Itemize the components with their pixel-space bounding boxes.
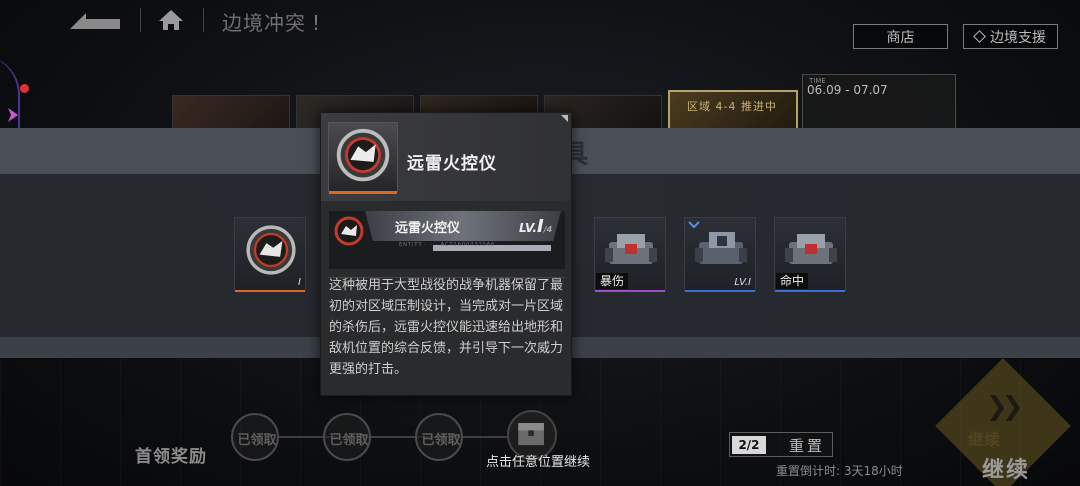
home-icon[interactable] <box>157 8 185 32</box>
item-icon-frame <box>328 122 398 194</box>
rarity-bar <box>235 290 305 292</box>
rarity-bar <box>595 290 665 292</box>
zone-progress-label: 区域 4-4 推进中 <box>687 100 777 113</box>
title-alert-mark: ! <box>312 11 322 35</box>
tooltip-header: 远雷火控仪 <box>321 113 571 201</box>
claimed-label: 已领取 <box>421 433 461 448</box>
rarity-bar <box>775 290 845 292</box>
stage-thumbnail[interactable] <box>172 95 290 131</box>
tap-to-continue-hint: 点击任意位置继续 <box>486 455 591 470</box>
reward-item-slot[interactable]: 命中 <box>774 217 846 292</box>
claimed-reward-node[interactable]: 已领取 <box>415 413 463 461</box>
claimed-label: 已领取 <box>329 433 369 448</box>
reward-item-slot[interactable]: 暴伤 <box>594 217 666 292</box>
continue-ghost-text: 继续 <box>968 430 1001 449</box>
claimed-reward-node[interactable]: 已领取 <box>323 413 371 461</box>
level-number: Ⅰ <box>536 216 544 237</box>
fire-control-chip-icon <box>336 128 390 182</box>
item-detail-tooltip[interactable]: 远雷火控仪 远雷火控仪 LV.Ⅰ/4 ENTITY · · · ACT16007… <box>320 112 572 396</box>
border-support-button[interactable]: 边境支援 <box>963 24 1058 49</box>
item-card-name: 远雷火控仪 <box>395 221 461 236</box>
claimed-reward-node[interactable]: 已领取 <box>231 413 279 461</box>
item-name: 远雷火控仪 <box>407 154 497 174</box>
continue-button-label[interactable]: 继续 <box>982 452 1030 484</box>
notification-dot <box>20 84 29 93</box>
shop-button[interactable]: 商店 <box>853 24 948 49</box>
event-date-range: 06.09 - 07.07 <box>807 83 888 97</box>
reset-button-label: 重置 <box>789 437 826 455</box>
mech-turret-icon <box>605 234 657 264</box>
level-prefix: LV. <box>519 221 537 235</box>
divider <box>203 8 204 32</box>
fire-control-chip-icon <box>334 216 364 246</box>
item-card-fine-print: ENTITY · · · ACT1600732566 <box>399 242 496 248</box>
page-title: 边境冲突! <box>222 7 321 36</box>
shop-button-label: 商店 <box>886 29 915 46</box>
event-date-panel: TIME 06.09 - 07.07 <box>802 74 956 130</box>
reset-countdown: 重置倒计时: 3天18小时 <box>776 464 903 478</box>
rarity-bar <box>685 290 755 292</box>
mech-turret-icon <box>785 234 837 264</box>
back-arrow-icon[interactable] <box>66 9 126 31</box>
item-stat-label: 命中 <box>776 273 809 289</box>
diamond-icon <box>973 30 986 43</box>
reward-track <box>279 436 529 438</box>
item-card: 远雷火控仪 LV.Ⅰ/4 ENTITY · · · ACT1600732566 <box>329 211 565 269</box>
item-level: LV.Ⅰ <box>734 277 751 288</box>
divider <box>140 8 141 32</box>
mech-turret-icon <box>695 232 747 264</box>
level-max: /4 <box>543 225 553 234</box>
border-support-label: 边境支援 <box>990 29 1046 46</box>
first-reward-label: 首领奖励 <box>135 447 207 467</box>
double-chevron-right-icon: ❯❯ <box>986 392 1023 422</box>
rarity-bar <box>329 191 397 194</box>
item-level: Ⅰ <box>298 277 301 288</box>
item-card-level: LV.Ⅰ/4 <box>519 216 552 237</box>
claimed-label: 已领取 <box>237 433 277 448</box>
fire-control-chip-icon <box>246 225 296 275</box>
reward-item-slot[interactable]: LV.Ⅰ <box>684 217 756 292</box>
reward-item-slot[interactable]: Ⅰ <box>234 217 306 292</box>
side-menu-arrow-icon[interactable] <box>6 106 20 124</box>
item-description: 这种被用于大型战役的战争机器保留了最初的对区域压制设计，当完成对一片区域的杀伤后… <box>329 278 564 377</box>
corner-marker-icon <box>561 115 568 122</box>
item-stat-label: 暴伤 <box>596 273 629 289</box>
reset-count-badge: 2/2 <box>732 436 766 454</box>
page-title-text: 边境冲突 <box>222 11 306 35</box>
